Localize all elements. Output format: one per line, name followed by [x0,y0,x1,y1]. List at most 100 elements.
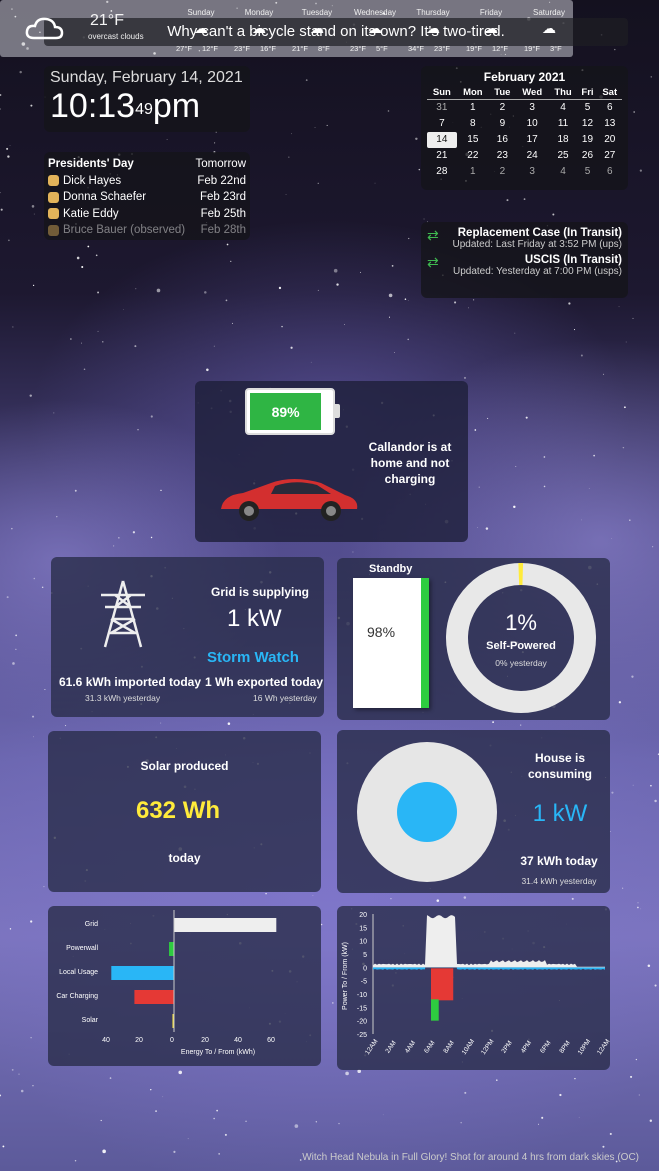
event-date: Feb 22nd [197,174,246,187]
star [468,307,469,309]
calendar-day: 5 [584,166,591,177]
star [640,908,642,910]
star [30,920,33,923]
bar-category-label: Solar [82,1017,99,1024]
cloud-icon: ☁ [310,20,324,36]
star [12,662,15,665]
star [387,110,390,112]
forecast-day: Monday [244,8,274,17]
calendar-day: 4 [560,166,566,177]
star [602,373,605,375]
star [415,137,418,141]
star [477,527,479,528]
calendar-day: 25 [557,150,569,161]
star [20,1089,24,1093]
event-row: Katie Eddy Feb 25th [48,206,246,223]
star [32,715,35,718]
star [578,1116,580,1118]
line-x-tick: 10PM [577,1038,592,1056]
star [44,689,46,691]
star [0,192,1,194]
star [155,1110,157,1112]
bar [169,942,174,956]
star [156,288,161,293]
powerwall-percent: 98% [367,624,396,640]
star [278,286,282,290]
forecast-day: Saturday [532,8,566,17]
grid-exported: 1 Wh exported today [205,675,324,689]
cloud-icon: ☁ [368,20,382,36]
star [506,199,509,202]
forecast-low: 16°F [260,44,276,53]
star [574,1077,576,1080]
bar-tick-label: 20 [201,1037,209,1044]
star [87,245,90,248]
star [344,324,346,325]
star [76,256,80,260]
forecast-low: 23°F [434,44,450,53]
grid-exported-yesterday: 16 Wh yesterday [253,693,317,703]
star [11,527,13,530]
star [568,302,571,305]
grid-panel: Grid is supplying 1 kW Storm Watch 61.6 … [51,557,324,717]
forecast-day: Thursday [416,8,450,17]
cloud-icon: ☁ [252,20,266,36]
calendar-grid: Sun Mon Tue Wed Thu Fri Sat 31 1 2 3 4 5 6 7 8 9 10 11 12 13… [427,87,622,180]
star [97,330,99,332]
solar-sub: today [168,851,201,865]
star [632,317,634,319]
birthday-icon [48,224,59,236]
birthday-icon [48,208,59,220]
calendar-day: 17 [526,134,538,145]
star [463,896,467,899]
star [388,293,393,298]
weekday-header: Sat [597,87,622,100]
calendar-day: 6 [606,166,613,177]
star [160,722,162,724]
house-yesterday: 31.4 kWh yesterday [521,876,597,886]
star [487,417,489,419]
package-item: ⇄ Replacement Case (In Transit) Updated: L… [427,227,622,250]
star [230,260,232,263]
bar-category-label: Car Charging [56,993,98,1000]
energy-bar-chart: Grid Powerwall Local Usage Car Charging Sola… [48,906,321,1066]
star [593,454,595,457]
star [423,218,425,220]
line-y-tick: 5 [363,952,367,959]
powerwall-unit: 98% [353,578,429,708]
bar-tick-label: 0 [170,1037,174,1044]
star [2,1145,5,1148]
forecast-day: Friday [479,8,503,17]
star [123,309,124,310]
star [492,721,494,723]
star [523,198,526,201]
weekday-header: Wed [515,87,549,100]
star [290,346,293,349]
star [18,1073,20,1075]
self-powered-donut [446,563,596,713]
calendar-day: 6 [606,102,613,114]
solar-headline: Solar produced [140,759,229,773]
event-name: Katie Eddy [48,208,119,220]
star [213,345,215,347]
calendar-day: 22 [467,150,479,161]
star [336,283,339,286]
calendar-title: February 2021 [483,70,566,84]
cloud-icon: ☁ [542,20,556,36]
image-credit: Witch Head Nebula in Full Glory! Shot fo… [302,1152,639,1163]
star [485,527,489,530]
events-list: Presidents' Day Tomorrow Dick Hayes Feb 22n… [44,152,250,240]
star [281,325,283,328]
star [113,545,115,547]
event-date: Tomorrow [195,158,246,171]
clock-widget: Sunday, February 14, 2021 10:1349pm [44,66,250,132]
calendar-widget: February 2021 Sun Mon Tue Wed Thu Fri Sat 31 1 2 3… [421,66,628,190]
star [100,1119,102,1122]
calendar-day: 2 [499,102,506,114]
star [245,1120,247,1123]
star [436,899,440,902]
star [204,291,207,294]
powerwall-panel: Standby 98% 1% Self-Powered 0% yesterday [337,558,610,720]
calendar-day: 10 [526,118,538,129]
star [305,79,308,82]
